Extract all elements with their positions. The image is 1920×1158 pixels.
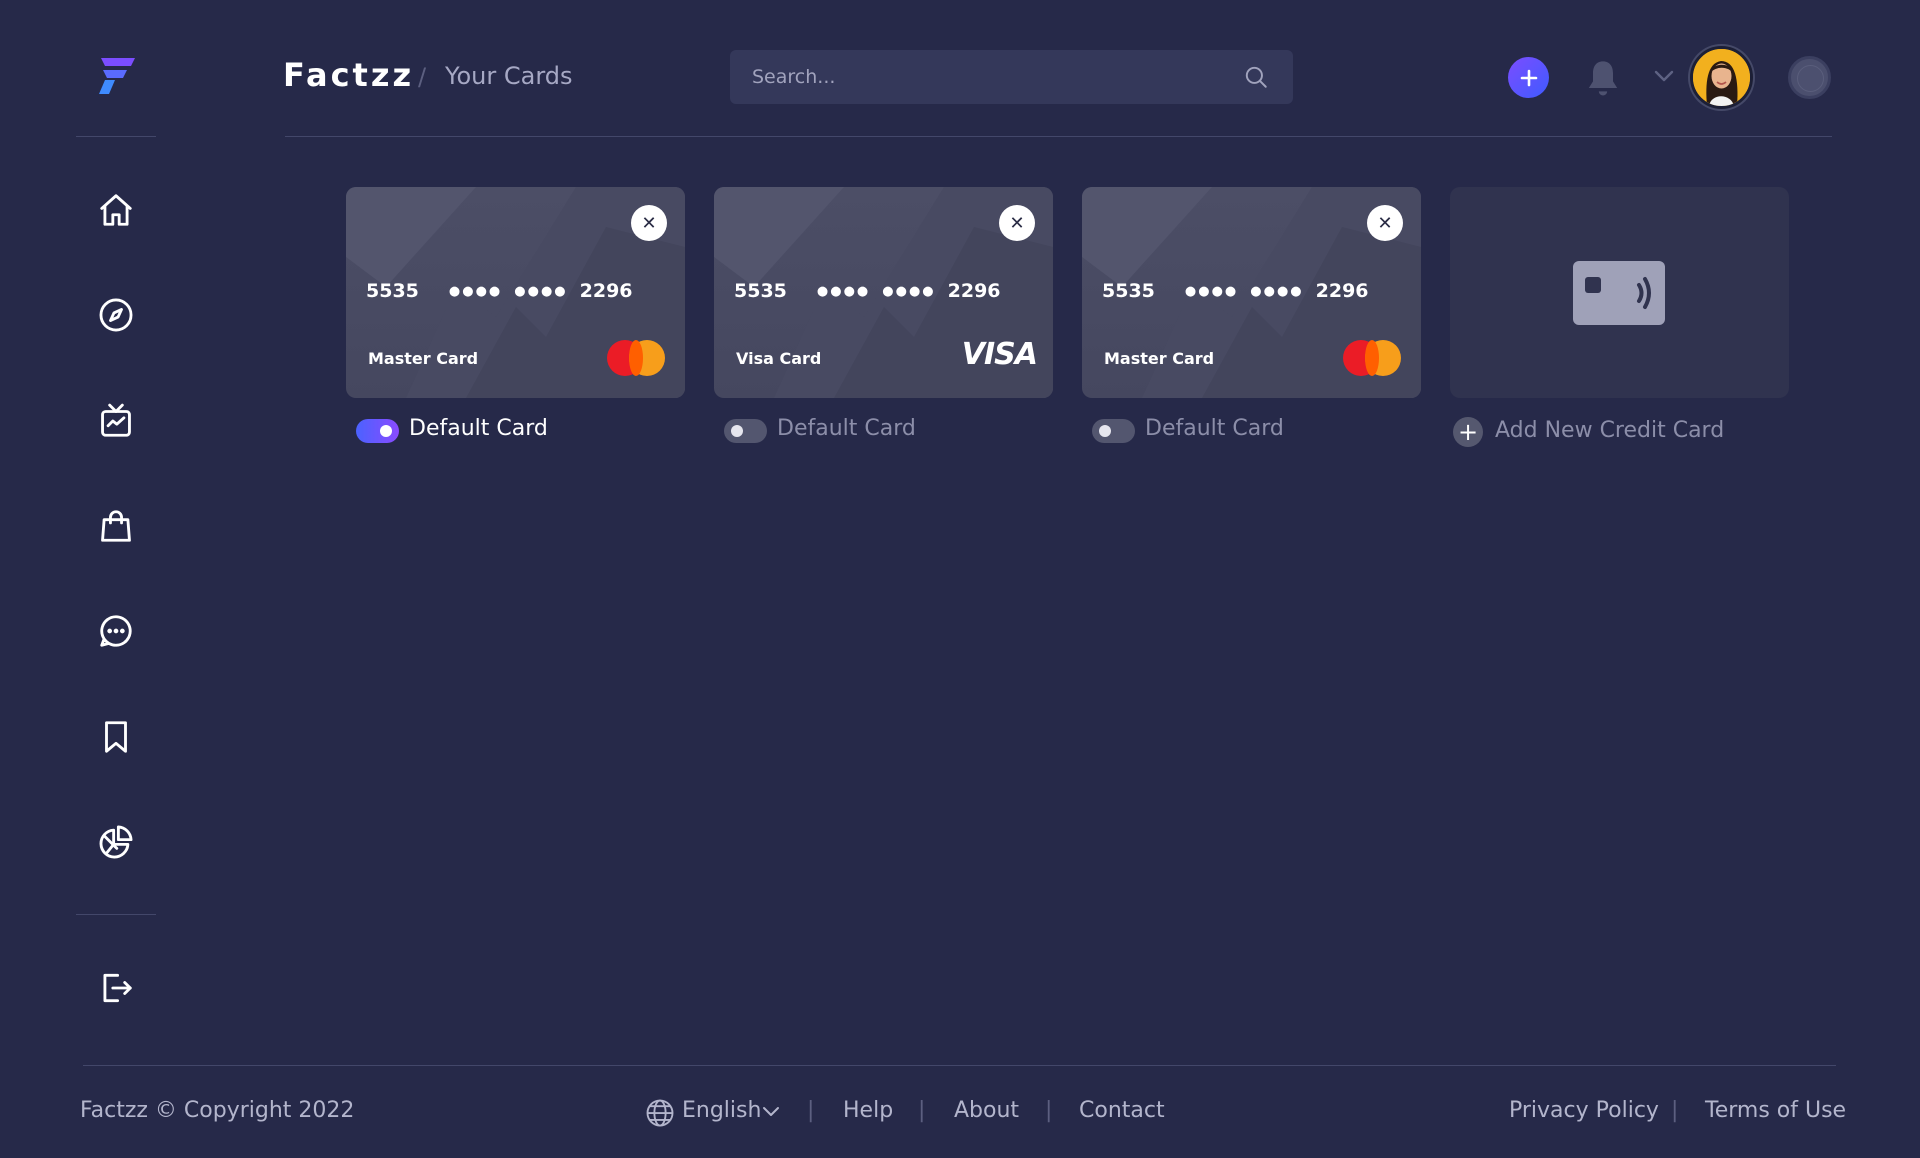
- card-type: Visa Card: [736, 349, 822, 368]
- remove-card-button[interactable]: ✕: [1367, 205, 1403, 241]
- search-box: [730, 50, 1293, 104]
- footer-separator: |: [1671, 1098, 1679, 1123]
- add-card-plus-icon[interactable]: +: [1453, 417, 1483, 447]
- footer-divider: [83, 1065, 1836, 1066]
- sidebar-item-saved[interactable]: [95, 716, 137, 758]
- mastercard-logo-icon: [1343, 340, 1401, 376]
- page-title: Your Cards: [445, 62, 573, 90]
- language-selector[interactable]: English: [682, 1098, 761, 1123]
- card-number-last: 2296: [579, 280, 633, 302]
- plus-icon: [1520, 69, 1537, 86]
- card-number-mask-1: ●●●●: [1184, 283, 1239, 299]
- card-number-mask-2: ●●●●: [1250, 283, 1304, 299]
- card-type: Master Card: [368, 349, 479, 368]
- card-number-mask-1: ●●●●: [816, 283, 871, 299]
- card-number: 5535 ●●●● ●●●● 2296: [1102, 280, 1369, 302]
- search-input[interactable]: [752, 50, 1232, 104]
- home-icon: [100, 194, 132, 226]
- sidebar-item-tv[interactable]: [95, 400, 137, 442]
- card-type: Master Card: [1104, 349, 1215, 368]
- footer-link-privacy-policy[interactable]: Privacy Policy: [1509, 1098, 1659, 1123]
- create-button[interactable]: [1508, 57, 1549, 98]
- pie-chart-icon: [99, 825, 133, 859]
- credit-card-1[interactable]: ✕ 5535 ●●●● ●●●● 2296 Master Card: [346, 187, 685, 398]
- footer-separator: |: [807, 1098, 815, 1123]
- default-card-toggle-3[interactable]: [1092, 419, 1135, 443]
- copyright-text: Factzz © Copyright 2022: [80, 1098, 355, 1123]
- sidebar-item-explore[interactable]: [95, 294, 137, 336]
- chevron-down-icon[interactable]: [1652, 66, 1676, 86]
- footer-link-help[interactable]: Help: [843, 1098, 893, 1123]
- card-number-first: 5535: [734, 280, 787, 302]
- default-card-toggle-2[interactable]: [724, 419, 767, 443]
- sidebar-item-home[interactable]: [95, 189, 137, 231]
- remove-card-button[interactable]: ✕: [999, 205, 1035, 241]
- footer-link-terms-of-use[interactable]: Terms of Use: [1705, 1098, 1846, 1123]
- user-avatar[interactable]: [1690, 46, 1753, 109]
- add-card-tile[interactable]: [1450, 187, 1789, 398]
- chat-icon: [100, 615, 132, 647]
- bookmark-icon: [105, 721, 127, 753]
- status-toggle-button[interactable]: [1788, 56, 1831, 99]
- default-card-toggle-1[interactable]: [356, 419, 399, 443]
- notification-bell-icon[interactable]: [1583, 57, 1623, 99]
- mastercard-logo-icon: [607, 340, 665, 376]
- add-card-label[interactable]: Add New Credit Card: [1495, 418, 1724, 443]
- footer-link-contact[interactable]: Contact: [1079, 1098, 1165, 1123]
- brand-name[interactable]: Factzz: [283, 56, 414, 94]
- card-number-first: 5535: [366, 280, 419, 302]
- card-number: 5535 ●●●● ●●●● 2296: [734, 280, 1001, 302]
- sidebar-item-messages[interactable]: [95, 610, 137, 652]
- card-number-mask-1: ●●●●: [448, 283, 503, 299]
- breadcrumb-separator: /: [418, 63, 427, 91]
- credit-card-3[interactable]: ✕ 5535 ●●●● ●●●● 2296 Master Card: [1082, 187, 1421, 398]
- logout-icon: [103, 973, 132, 1003]
- default-card-label-2: Default Card: [777, 416, 916, 441]
- credit-card-2[interactable]: ✕ 5535 ●●●● ●●●● 2296 Visa Card VISA: [714, 187, 1053, 398]
- sidebar-divider-top: [76, 136, 156, 137]
- card-number-last: 2296: [947, 280, 1001, 302]
- default-card-label-1: Default Card: [409, 416, 548, 441]
- card-number-last: 2296: [1315, 280, 1369, 302]
- logout-button[interactable]: [95, 967, 137, 1009]
- card-number: 5535 ●●●● ●●●● 2296: [366, 280, 633, 302]
- header-divider: [285, 136, 1832, 137]
- sidebar-item-shop[interactable]: [95, 505, 137, 547]
- sidebar-item-analytics[interactable]: [95, 821, 137, 863]
- footer-separator: |: [1045, 1098, 1053, 1123]
- card-number-mask-2: ●●●●: [882, 283, 936, 299]
- sidebar-divider-bottom: [76, 914, 156, 915]
- footer-link-about[interactable]: About: [954, 1098, 1019, 1123]
- footer-separator: |: [918, 1098, 926, 1123]
- card-placeholder-icon: [1573, 261, 1665, 325]
- remove-card-button[interactable]: ✕: [631, 205, 667, 241]
- globe-icon[interactable]: [645, 1098, 675, 1128]
- app-logo[interactable]: [95, 56, 137, 96]
- default-card-label-3: Default Card: [1145, 416, 1284, 441]
- avatar-image: [1693, 49, 1750, 106]
- contactless-icon: [1585, 277, 1651, 309]
- card-number-first: 5535: [1102, 280, 1155, 302]
- card-number-mask-2: ●●●●: [514, 283, 568, 299]
- chevron-down-icon[interactable]: [762, 1104, 780, 1120]
- tv-icon: [101, 403, 131, 437]
- shopping-bag-icon: [101, 510, 131, 542]
- compass-icon: [99, 298, 133, 332]
- visa-logo-icon: VISA: [961, 337, 1038, 372]
- search-icon[interactable]: [1243, 64, 1269, 90]
